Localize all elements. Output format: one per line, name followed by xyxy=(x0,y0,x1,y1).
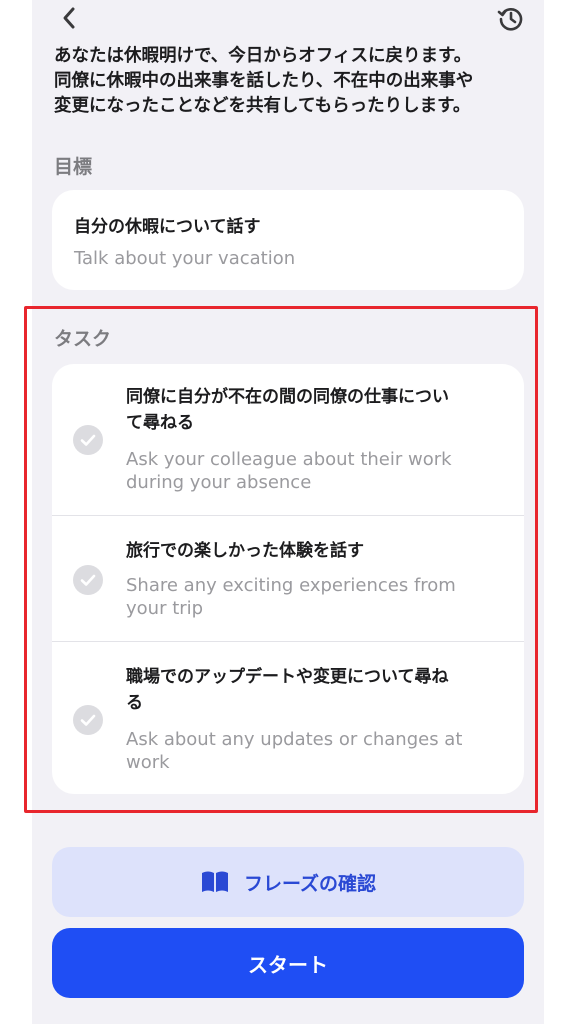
chevron-left-icon[interactable] xyxy=(56,4,84,32)
checkmark-circle-icon xyxy=(73,425,103,455)
task-item-3: 職場でのアップデートや変更について尋ね る Ask about any upda… xyxy=(52,641,524,794)
top-bar xyxy=(32,0,544,44)
task-title-jp: 職場でのアップデートや変更について尋ね る xyxy=(126,667,449,713)
task-title-jp: 同僚に自分が不在の間の同僚の仕事につい て尋ねる xyxy=(126,387,449,433)
goal-title-jp: 自分の休暇について話す xyxy=(74,217,261,237)
checkmark-circle-icon xyxy=(73,705,103,735)
goal-section-title: 目標 xyxy=(54,156,93,178)
book-icon xyxy=(201,871,228,892)
check-phrases-label: フレーズの確認 xyxy=(243,872,377,895)
goal-card: 自分の休暇について話す Talk about your vacation xyxy=(52,190,524,290)
tasks-section-title: タスク xyxy=(54,328,112,350)
scenario-description: あなたは休暇明けで、今日からオフィスに戻ります。 同僚に休暇中の出来事を話したり… xyxy=(54,46,474,116)
tasks-card: 同僚に自分が不在の間の同僚の仕事につい て尋ねる Ask your collea… xyxy=(52,364,524,794)
checkmark-circle-icon xyxy=(73,565,103,595)
start-label: スタート xyxy=(248,952,328,977)
task-title-en: Ask your colleague about their work duri… xyxy=(126,449,452,493)
task-item-2: 旅行での楽しかった体験を話す Share any exciting experi… xyxy=(52,515,524,642)
task-title-jp: 旅行での楽しかった体験を話す xyxy=(126,541,364,561)
start-button[interactable]: スタート xyxy=(52,928,524,998)
task-title-en: Ask about any updates or changes at work xyxy=(126,729,463,773)
screen-panel: あなたは休暇明けで、今日からオフィスに戻ります。 同僚に休暇中の出来事を話したり… xyxy=(24,0,544,1024)
check-phrases-button[interactable]: フレーズの確認 xyxy=(52,847,524,917)
goal-title-en: Talk about your vacation xyxy=(74,248,296,269)
history-icon[interactable] xyxy=(496,4,526,34)
task-item-1: 同僚に自分が不在の間の同僚の仕事につい て尋ねる Ask your collea… xyxy=(52,364,524,515)
task-title-en: Share any exciting experiences from your… xyxy=(126,575,456,619)
